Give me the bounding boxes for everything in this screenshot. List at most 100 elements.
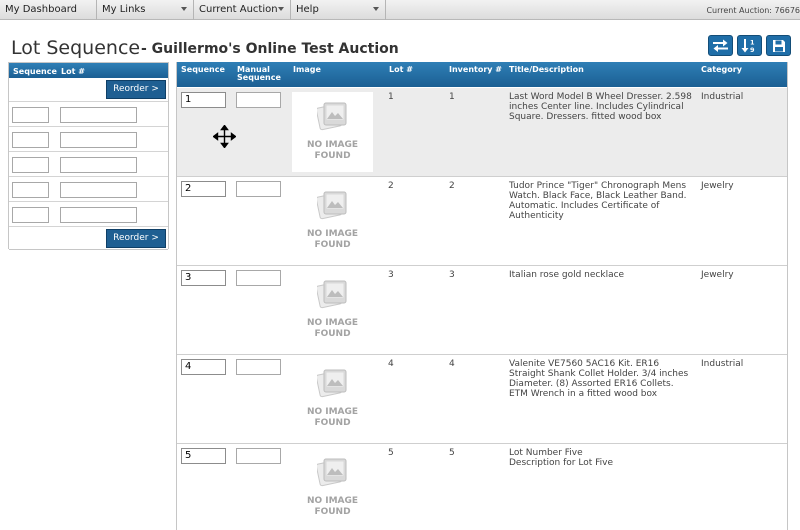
svg-text:9: 9 <box>750 46 755 53</box>
lot-image-placeholder: NO IMAGE FOUND <box>292 92 373 172</box>
sequence-input[interactable]: 5 <box>181 448 226 464</box>
lot-category: Jewelry <box>701 181 734 191</box>
nav-help-label: Help <box>296 4 319 15</box>
lot-number: 1 <box>388 92 394 102</box>
inventory-number: 3 <box>449 270 455 280</box>
lot-description: Italian rose gold necklace <box>509 270 625 280</box>
reorder-sequence-input[interactable] <box>12 157 49 173</box>
nav-my-dashboard[interactable]: My Dashboard <box>0 0 97 20</box>
table-row[interactable]: 5 NO IMAGE FOUND 5 5 Lot Number Five Descrip… <box>177 444 787 530</box>
panel-header: Sequence Lot # <box>9 63 168 78</box>
nav-my-links[interactable]: My Links <box>97 0 194 20</box>
manual-sequence-input[interactable] <box>236 270 281 286</box>
no-image-icon <box>317 191 347 220</box>
reorder-button-bottom[interactable]: Reorder > <box>106 229 166 248</box>
top-nav-bar: My Dashboard My Links Current Auction He… <box>0 0 800 20</box>
table-row[interactable]: 1 NO IMAGE FOUND 1 1 Last Word Model B Wheel… <box>177 88 787 177</box>
inventory-number: 5 <box>449 448 455 458</box>
reorder-lot-input[interactable] <box>60 182 137 198</box>
th-image: Image <box>293 65 321 74</box>
manual-sequence-input[interactable] <box>236 448 281 464</box>
page-title: Lot Sequence <box>11 37 141 59</box>
no-image-label: NO IMAGE FOUND <box>306 407 359 428</box>
inventory-number: 4 <box>449 359 455 369</box>
lot-category: Industrial <box>701 359 744 369</box>
lot-category: Industrial <box>701 92 744 102</box>
sort-numeric-icon: 1 9 <box>741 39 755 53</box>
no-image-icon <box>317 458 347 487</box>
lot-number: 4 <box>388 359 394 369</box>
lot-number: 5 <box>388 448 394 458</box>
lot-description: Last Word Model B Wheel Dresser. 2.598 i… <box>509 92 692 122</box>
no-image-label: NO IMAGE FOUND <box>306 229 359 250</box>
lot-table: Sequence Manual Sequence Image Lot # Inv… <box>176 62 788 530</box>
reorder-footer: Reorder > <box>9 226 168 250</box>
reorder-button-top[interactable]: Reorder > <box>106 80 166 99</box>
swap-icon <box>713 39 728 52</box>
table-row[interactable]: 2 NO IMAGE FOUND 2 2 Tudor Prince "Tiger" Ch… <box>177 177 787 266</box>
save-button[interactable] <box>766 35 791 56</box>
no-image-icon <box>317 102 347 131</box>
inventory-number: 1 <box>449 92 455 102</box>
chevron-down-icon <box>181 7 187 11</box>
reorder-row <box>9 201 168 226</box>
reorder-sequence-input[interactable] <box>12 182 49 198</box>
nav-help[interactable]: Help <box>291 0 386 20</box>
chevron-down-icon <box>278 7 284 11</box>
reorder-row <box>9 151 168 176</box>
reorder-sequence-input[interactable] <box>12 207 49 223</box>
reorder-lot-input[interactable] <box>60 157 137 173</box>
quick-reorder-panel: Sequence Lot # Reorder > Reorder > <box>8 62 169 250</box>
sequence-input[interactable]: 3 <box>181 270 226 286</box>
lot-description: Lot Number Five Description for Lot Five <box>509 448 613 468</box>
col-lot-label: Lot # <box>61 67 85 76</box>
nav-my-dashboard-label: My Dashboard <box>5 4 77 15</box>
lot-number: 3 <box>388 270 394 280</box>
swap-button[interactable] <box>708 35 733 56</box>
lot-image-placeholder: NO IMAGE FOUND <box>292 181 373 261</box>
reorder-sequence-input[interactable] <box>12 107 49 123</box>
col-sequence-label: Sequence <box>13 67 57 76</box>
current-auction-indicator: Current Auction: 76676 <box>706 6 800 15</box>
lot-category: Jewelry <box>701 270 734 280</box>
no-image-label: NO IMAGE FOUND <box>306 318 359 339</box>
sequence-input[interactable]: 1 <box>181 92 226 108</box>
reorder-sequence-input[interactable] <box>12 132 49 148</box>
nav-current-auction-label: Current Auction <box>199 4 278 15</box>
th-inventory: Inventory # <box>449 65 502 74</box>
reorder-row <box>9 126 168 151</box>
inventory-number: 2 <box>449 181 455 191</box>
reorder-lot-input[interactable] <box>60 107 137 123</box>
sequence-input[interactable]: 2 <box>181 181 226 197</box>
manual-sequence-input[interactable] <box>236 359 281 375</box>
no-image-label: NO IMAGE FOUND <box>306 496 359 517</box>
chevron-down-icon <box>373 7 379 11</box>
lot-image-placeholder: NO IMAGE FOUND <box>292 448 373 528</box>
th-title-description: Title/Description <box>509 65 584 74</box>
lot-image-placeholder: NO IMAGE FOUND <box>292 359 373 439</box>
save-icon <box>772 39 785 52</box>
manual-sequence-input[interactable] <box>236 92 281 108</box>
th-manual-sequence: Manual Sequence <box>237 65 281 82</box>
sort-numeric-button[interactable]: 1 9 <box>737 35 762 56</box>
sequence-input[interactable]: 4 <box>181 359 226 375</box>
nav-current-auction[interactable]: Current Auction <box>194 0 291 20</box>
reorder-lot-input[interactable] <box>60 132 137 148</box>
no-image-label: NO IMAGE FOUND <box>306 140 359 161</box>
table-row[interactable]: 3 NO IMAGE FOUND 3 3 Italian rose gold neckl… <box>177 266 787 355</box>
page-subtitle: - Guillermo's Online Test Auction <box>141 41 399 57</box>
nav-my-links-label: My Links <box>102 4 146 15</box>
no-image-icon <box>317 369 347 398</box>
reorder-lot-input[interactable] <box>60 207 137 223</box>
table-row[interactable]: 4 NO IMAGE FOUND 4 4 Valenite VE7560 5AC16 K… <box>177 355 787 444</box>
th-category: Category <box>701 65 742 74</box>
th-sequence: Sequence <box>181 65 225 74</box>
manual-sequence-input[interactable] <box>236 181 281 197</box>
th-lot: Lot # <box>389 65 413 74</box>
no-image-icon <box>317 280 347 309</box>
table-header: Sequence Manual Sequence Image Lot # Inv… <box>177 62 787 87</box>
reorder-row <box>9 101 168 126</box>
lot-number: 2 <box>388 181 394 191</box>
lot-description: Valenite VE7560 5AC16 Kit. ER16 Straight… <box>509 359 689 399</box>
lot-image-placeholder: NO IMAGE FOUND <box>292 270 373 350</box>
